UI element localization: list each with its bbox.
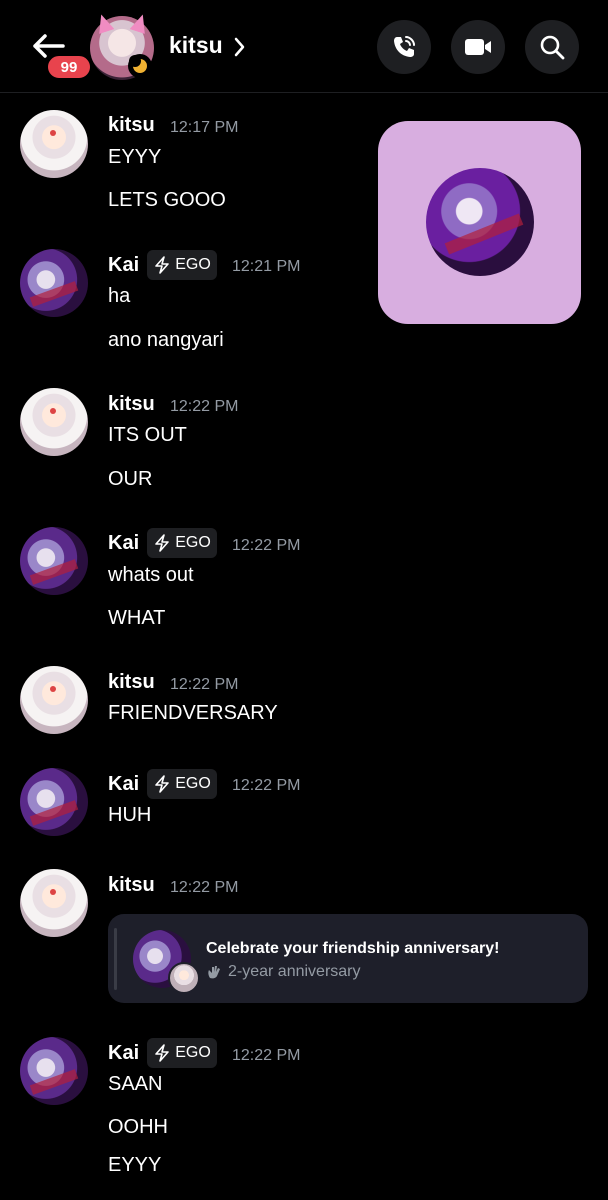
chevron-right-icon[interactable] [232,34,248,60]
card-title: Celebrate your friendship anniversary! [206,940,500,957]
server-tag-label: EGO [175,534,211,551]
timestamp: 12:22 PM [170,879,239,896]
message-text[interactable]: OUR [108,468,152,491]
message-text[interactable]: ano nangyari [108,329,224,352]
unread-badge: 99 [45,53,93,81]
card-subtitle-row: 2-year anniversary [206,963,361,981]
avatar[interactable] [20,110,88,178]
server-tag[interactable]: EGO [147,528,217,558]
avatar [168,962,200,994]
voice-call-icon [394,36,415,57]
search-icon [540,35,565,60]
timestamp: 12:21 PM [232,258,301,275]
timestamp: 12:22 PM [232,537,301,554]
video-call-button[interactable] [451,20,505,74]
author-name[interactable]: kitsu [108,671,155,694]
idle-moon-icon [128,54,152,78]
author-name[interactable]: Kai [108,532,139,555]
voice-call-button[interactable] [377,20,431,74]
message-text[interactable]: LETS GOOO [108,189,226,212]
message-text[interactable]: ITS OUT [108,424,187,447]
author-name[interactable]: Kai [108,773,139,796]
author-name[interactable]: kitsu [108,114,155,137]
avatar[interactable] [20,666,88,734]
timestamp: 12:22 PM [170,398,239,415]
card-subtitle: 2-year anniversary [228,963,361,980]
chat-header: 99 kitsu [0,0,608,93]
anniversary-card[interactable]: Celebrate your friendship anniversary! 2… [108,914,588,1003]
lightning-icon [155,256,170,274]
timestamp: 12:17 PM [170,119,239,136]
video-call-icon [465,39,491,55]
message-text[interactable]: OOHH [108,1116,168,1139]
sticker-image [426,168,534,276]
lightning-icon [155,775,170,793]
channel-name[interactable]: kitsu [169,32,223,59]
timestamp: 12:22 PM [232,1047,301,1064]
message-text[interactable]: SAAN [108,1073,162,1096]
message-text[interactable]: EYYY [108,1154,161,1177]
server-tag[interactable]: EGO [147,1038,217,1068]
author-name[interactable]: kitsu [108,874,155,897]
avatar[interactable] [20,527,88,595]
message-text[interactable]: whats out [108,564,194,587]
author-name[interactable]: kitsu [108,393,155,416]
message-text[interactable]: HUH [108,804,151,827]
wave-hand-icon [208,966,220,979]
author-name[interactable]: Kai [108,1042,139,1065]
server-tag-label: EGO [175,775,211,792]
search-button[interactable] [525,20,579,74]
message-text[interactable]: ha [108,285,130,308]
server-tag-label: EGO [175,1044,211,1061]
avatar[interactable] [20,768,88,836]
lightning-icon [155,534,170,552]
lightning-icon [155,1044,170,1062]
timestamp: 12:22 PM [170,676,239,693]
avatar[interactable] [20,388,88,456]
server-tag-label: EGO [175,256,211,273]
message-text[interactable]: EYYY [108,146,161,169]
server-tag[interactable]: EGO [147,769,217,799]
avatar[interactable] [20,249,88,317]
avatar[interactable] [20,1037,88,1105]
message-text[interactable]: FRIENDVERSARY [108,702,278,725]
avatar[interactable] [20,869,88,937]
sticker[interactable] [378,121,581,324]
message-text[interactable]: WHAT [108,607,165,630]
author-name[interactable]: Kai [108,254,139,277]
timestamp: 12:22 PM [232,777,301,794]
server-tag[interactable]: EGO [147,250,217,280]
